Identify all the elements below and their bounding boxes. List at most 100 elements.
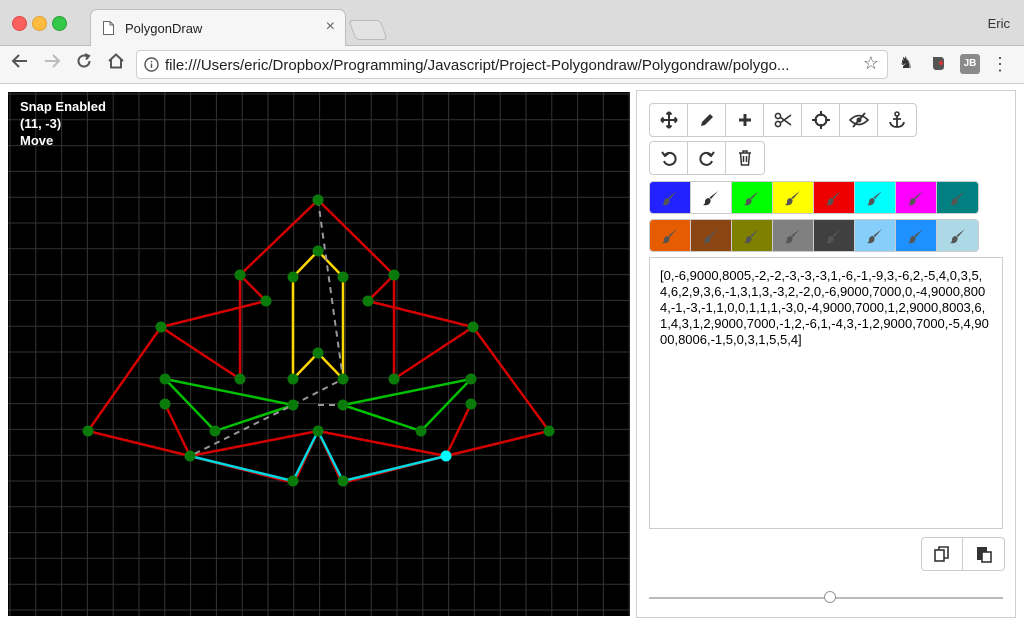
paintbrush-icon bbox=[744, 228, 759, 243]
url-text: file:///Users/eric/Dropbox/Programming/J… bbox=[165, 57, 790, 74]
paintbrush-icon bbox=[826, 228, 841, 243]
cursor-coords: (11, -3) bbox=[20, 116, 62, 131]
tool-panel: [0,-6,9000,8005,-2,-2,-3,-3,-3,1,-6,-1,-… bbox=[636, 90, 1016, 618]
vertex-point[interactable] bbox=[337, 373, 349, 385]
color-swatch[interactable] bbox=[896, 182, 937, 213]
color-swatch[interactable] bbox=[691, 182, 732, 213]
vertex-point[interactable] bbox=[234, 373, 246, 385]
vertex-point[interactable] bbox=[234, 269, 246, 281]
home-button[interactable] bbox=[104, 52, 128, 76]
color-swatch[interactable] bbox=[855, 220, 896, 251]
vertex-point[interactable] bbox=[287, 271, 299, 283]
vertex-point[interactable] bbox=[543, 425, 555, 437]
cut-tool-button[interactable] bbox=[764, 104, 802, 136]
paintbrush-icon bbox=[949, 190, 965, 205]
copy-button[interactable] bbox=[922, 538, 963, 570]
color-swatch[interactable] bbox=[896, 220, 937, 251]
forward-button[interactable] bbox=[40, 52, 64, 76]
cyan-path bbox=[189, 428, 447, 483]
back-button[interactable] bbox=[8, 52, 32, 76]
paste-button[interactable] bbox=[963, 538, 1004, 570]
slider-thumb[interactable] bbox=[823, 591, 836, 603]
reload-button[interactable] bbox=[72, 52, 96, 76]
minimize-window-button[interactable] bbox=[32, 16, 47, 31]
undo-button[interactable] bbox=[650, 142, 688, 174]
crosshair-icon bbox=[811, 111, 830, 129]
tool-group bbox=[649, 103, 917, 137]
color-swatch[interactable] bbox=[814, 182, 855, 213]
new-tab-button[interactable] bbox=[348, 20, 388, 40]
delete-button[interactable] bbox=[726, 142, 764, 174]
vertex-point[interactable] bbox=[287, 475, 299, 487]
color-swatch[interactable] bbox=[732, 182, 773, 213]
browser-menu-icon[interactable]: ⋮ bbox=[990, 54, 1010, 74]
color-swatch[interactable] bbox=[937, 220, 978, 251]
green-path-right bbox=[338, 377, 472, 433]
color-swatch[interactable] bbox=[937, 182, 978, 213]
polygon-data-textarea[interactable]: [0,-6,9000,8005,-2,-2,-3,-3,-3,1,-6,-1,-… bbox=[649, 257, 1003, 529]
anchor-icon bbox=[889, 111, 905, 128]
vertex-point[interactable] bbox=[312, 194, 324, 206]
drawing-canvas[interactable]: Snap Enabled (11, -3) Move bbox=[8, 92, 630, 616]
close-window-button[interactable] bbox=[12, 16, 27, 31]
extension-jb-icon[interactable]: JB bbox=[960, 54, 980, 74]
pencil-tool-button[interactable] bbox=[688, 104, 726, 136]
color-swatch[interactable] bbox=[814, 220, 855, 251]
vertex-point[interactable] bbox=[465, 398, 477, 410]
vertex-point[interactable] bbox=[287, 399, 299, 411]
add-tool-button[interactable] bbox=[726, 104, 764, 136]
color-swatch[interactable] bbox=[773, 220, 814, 251]
vertex-point[interactable] bbox=[82, 425, 94, 437]
color-swatch[interactable] bbox=[691, 220, 732, 251]
maximize-window-button[interactable] bbox=[52, 16, 67, 31]
crosshair-tool-button[interactable] bbox=[802, 104, 840, 136]
paintbrush-icon bbox=[703, 228, 718, 243]
paintbrush-icon bbox=[826, 190, 841, 205]
bookmark-star-icon[interactable]: ☆ bbox=[863, 53, 879, 74]
color-swatch[interactable] bbox=[855, 182, 896, 213]
info-icon[interactable] bbox=[144, 57, 159, 72]
vertex-point[interactable] bbox=[159, 373, 171, 385]
paintbrush-icon bbox=[703, 190, 718, 205]
extension-robot-icon[interactable]: ♞ bbox=[896, 54, 916, 74]
vertex-point[interactable] bbox=[260, 295, 272, 307]
vertex-point[interactable] bbox=[337, 399, 349, 411]
arrows-icon bbox=[659, 111, 678, 129]
vertex-point[interactable] bbox=[155, 321, 167, 333]
move-tool-button[interactable] bbox=[650, 104, 688, 136]
vertex-point[interactable] bbox=[209, 425, 221, 437]
color-swatch[interactable] bbox=[773, 182, 814, 213]
vertex-point[interactable] bbox=[184, 450, 196, 462]
redo-button[interactable] bbox=[688, 142, 726, 174]
color-swatch[interactable] bbox=[650, 220, 691, 251]
address-bar[interactable]: file:///Users/eric/Dropbox/Programming/J… bbox=[136, 50, 888, 79]
vertex-point[interactable] bbox=[287, 373, 299, 385]
red-lower-left bbox=[163, 403, 319, 458]
drawing-surface[interactable] bbox=[8, 92, 630, 616]
color-swatch[interactable] bbox=[650, 182, 691, 213]
tab-close-button[interactable]: × bbox=[326, 18, 335, 36]
selected-vertex[interactable] bbox=[440, 450, 452, 462]
browser-tab[interactable]: PolygonDraw × bbox=[90, 9, 346, 47]
vertex-point[interactable] bbox=[312, 347, 324, 359]
hide-tool-button[interactable] bbox=[840, 104, 878, 136]
paste-icon bbox=[976, 547, 992, 563]
vertex-point[interactable] bbox=[388, 373, 400, 385]
vertex-point[interactable] bbox=[362, 295, 374, 307]
vertex-point[interactable] bbox=[388, 269, 400, 281]
vertex-point[interactable] bbox=[465, 373, 477, 385]
vertex-point[interactable] bbox=[312, 425, 324, 437]
vertex-point[interactable] bbox=[312, 245, 324, 257]
anchor-tool-button[interactable] bbox=[878, 104, 916, 136]
vertex-point[interactable] bbox=[415, 425, 427, 437]
color-swatch[interactable] bbox=[732, 220, 773, 251]
vertex-point[interactable] bbox=[467, 321, 479, 333]
browser-toolbar: file:///Users/eric/Dropbox/Programming/J… bbox=[0, 46, 1024, 84]
profile-name[interactable]: Eric bbox=[988, 16, 1010, 31]
paintbrush-icon bbox=[908, 228, 923, 243]
evernote-icon[interactable] bbox=[928, 54, 948, 74]
vertex-point[interactable] bbox=[337, 271, 349, 283]
vertex-point[interactable] bbox=[337, 475, 349, 487]
vertex-point[interactable] bbox=[159, 398, 171, 410]
color-palette-row-1 bbox=[649, 181, 979, 214]
